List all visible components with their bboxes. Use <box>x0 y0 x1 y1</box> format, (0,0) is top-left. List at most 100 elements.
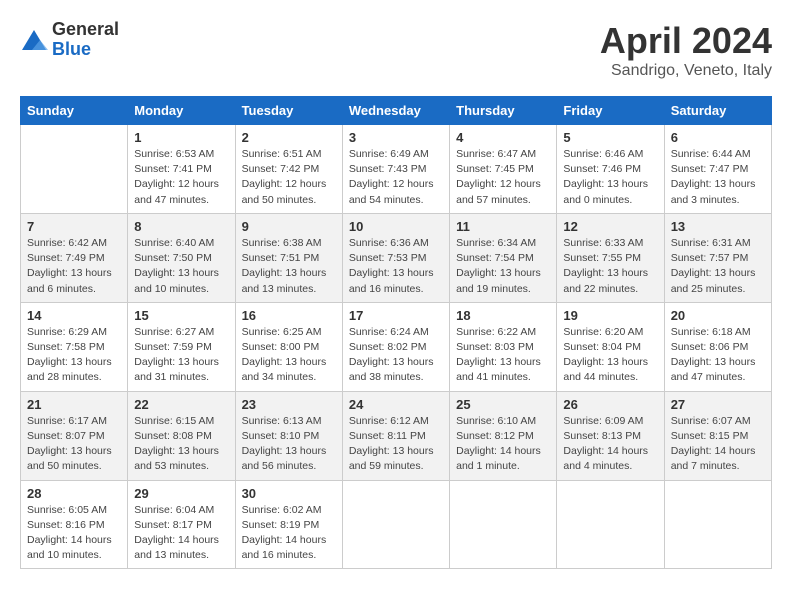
day-cell: 17 Sunrise: 6:24 AMSunset: 8:02 PMDayligh… <box>342 302 449 391</box>
day-info: Sunrise: 6:46 AMSunset: 7:46 PMDaylight:… <box>563 147 657 208</box>
location-subtitle: Sandrigo, Veneto, Italy <box>600 62 772 80</box>
day-number: 20 <box>671 308 765 323</box>
day-cell: 8Sunrise: 6:40 AMSunset: 7:50 PMDaylight… <box>128 213 235 302</box>
header-cell-thursday: Thursday <box>450 97 557 125</box>
day-number: 25 <box>456 397 550 412</box>
day-info: Sunrise: 6:13 AMSunset: 8:10 PMDaylight:… <box>242 414 336 475</box>
day-info: Sunrise: 6:22 AMSunset: 8:03 PMDaylight:… <box>456 325 550 386</box>
day-number: 26 <box>563 397 657 412</box>
month-title: April 2024 <box>600 20 772 62</box>
day-number: 23 <box>242 397 336 412</box>
logo-icon <box>20 26 48 54</box>
page-header: General Blue April 2024 Sandrigo, Veneto… <box>20 20 772 80</box>
day-info: Sunrise: 6:40 AMSunset: 7:50 PMDaylight:… <box>134 236 228 297</box>
header-cell-tuesday: Tuesday <box>235 97 342 125</box>
day-cell: 12 Sunrise: 6:33 AMSunset: 7:55 PMDayligh… <box>557 213 664 302</box>
day-cell: 26Sunrise: 6:09 AMSunset: 8:13 PMDayligh… <box>557 391 664 480</box>
day-number: 30 <box>242 486 336 501</box>
day-info: Sunrise: 6:31 AMSunset: 7:57 PMDaylight:… <box>671 236 765 297</box>
day-cell: 27 Sunrise: 6:07 AMSunset: 8:15 PMDayligh… <box>664 391 771 480</box>
day-cell <box>342 480 449 569</box>
day-info: Sunrise: 6:44 AMSunset: 7:47 PMDaylight:… <box>671 147 765 208</box>
day-info: Sunrise: 6:02 AMSunset: 8:19 PMDaylight:… <box>242 503 336 564</box>
day-info: Sunrise: 6:12 AMSunset: 8:11 PMDaylight:… <box>349 414 443 475</box>
day-cell: 23 Sunrise: 6:13 AMSunset: 8:10 PMDayligh… <box>235 391 342 480</box>
day-info: Sunrise: 6:42 AMSunset: 7:49 PMDaylight:… <box>27 236 121 297</box>
week-row-2: 7Sunrise: 6:42 AMSunset: 7:49 PMDaylight… <box>21 213 772 302</box>
day-cell: 2 Sunrise: 6:51 AMSunset: 7:42 PMDaylight… <box>235 125 342 214</box>
day-info: Sunrise: 6:04 AMSunset: 8:17 PMDaylight:… <box>134 503 228 564</box>
header-cell-wednesday: Wednesday <box>342 97 449 125</box>
day-info: Sunrise: 6:36 AMSunset: 7:53 PMDaylight:… <box>349 236 443 297</box>
day-cell <box>21 125 128 214</box>
day-cell: 30 Sunrise: 6:02 AMSunset: 8:19 PMDayligh… <box>235 480 342 569</box>
day-cell: 16Sunrise: 6:25 AMSunset: 8:00 PMDayligh… <box>235 302 342 391</box>
day-info: Sunrise: 6:25 AMSunset: 8:00 PMDaylight:… <box>242 325 336 386</box>
day-cell <box>557 480 664 569</box>
day-cell: 4 Sunrise: 6:47 AMSunset: 7:45 PMDaylight… <box>450 125 557 214</box>
day-number: 19 <box>563 308 657 323</box>
day-number: 13 <box>671 219 765 234</box>
day-info: Sunrise: 6:53 AMSunset: 7:41 PMDaylight:… <box>134 147 228 208</box>
day-number: 11 <box>456 219 550 234</box>
header-cell-friday: Friday <box>557 97 664 125</box>
day-info: Sunrise: 6:18 AMSunset: 8:06 PMDaylight:… <box>671 325 765 386</box>
day-number: 2 <box>242 130 336 145</box>
day-number: 6 <box>671 130 765 145</box>
day-number: 9 <box>242 219 336 234</box>
day-cell: 5Sunrise: 6:46 AMSunset: 7:46 PMDaylight… <box>557 125 664 214</box>
day-cell: 21 Sunrise: 6:17 AMSunset: 8:07 PMDayligh… <box>21 391 128 480</box>
day-info: Sunrise: 6:24 AMSunset: 8:02 PMDaylight:… <box>349 325 443 386</box>
day-number: 27 <box>671 397 765 412</box>
logo: General Blue <box>20 20 119 60</box>
logo-text: General Blue <box>52 20 119 60</box>
week-row-4: 21 Sunrise: 6:17 AMSunset: 8:07 PMDayligh… <box>21 391 772 480</box>
day-cell: 28 Sunrise: 6:05 AMSunset: 8:16 PMDayligh… <box>21 480 128 569</box>
day-cell: 22 Sunrise: 6:15 AMSunset: 8:08 PMDayligh… <box>128 391 235 480</box>
day-number: 18 <box>456 308 550 323</box>
header-cell-monday: Monday <box>128 97 235 125</box>
day-number: 21 <box>27 397 121 412</box>
day-number: 22 <box>134 397 228 412</box>
day-info: Sunrise: 6:38 AMSunset: 7:51 PMDaylight:… <box>242 236 336 297</box>
day-cell: 15Sunrise: 6:27 AMSunset: 7:59 PMDayligh… <box>128 302 235 391</box>
day-info: Sunrise: 6:15 AMSunset: 8:08 PMDaylight:… <box>134 414 228 475</box>
day-info: Sunrise: 6:51 AMSunset: 7:42 PMDaylight:… <box>242 147 336 208</box>
day-cell: 20 Sunrise: 6:18 AMSunset: 8:06 PMDayligh… <box>664 302 771 391</box>
day-info: Sunrise: 6:17 AMSunset: 8:07 PMDaylight:… <box>27 414 121 475</box>
day-cell: 13 Sunrise: 6:31 AMSunset: 7:57 PMDayligh… <box>664 213 771 302</box>
day-info: Sunrise: 6:07 AMSunset: 8:15 PMDaylight:… <box>671 414 765 475</box>
day-cell: 19Sunrise: 6:20 AMSunset: 8:04 PMDayligh… <box>557 302 664 391</box>
day-info: Sunrise: 6:33 AMSunset: 7:55 PMDaylight:… <box>563 236 657 297</box>
day-number: 4 <box>456 130 550 145</box>
day-cell: 24 Sunrise: 6:12 AMSunset: 8:11 PMDayligh… <box>342 391 449 480</box>
day-number: 28 <box>27 486 121 501</box>
day-info: Sunrise: 6:29 AMSunset: 7:58 PMDaylight:… <box>27 325 121 386</box>
day-info: Sunrise: 6:05 AMSunset: 8:16 PMDaylight:… <box>27 503 121 564</box>
day-cell: 18 Sunrise: 6:22 AMSunset: 8:03 PMDayligh… <box>450 302 557 391</box>
logo-blue: Blue <box>52 40 119 60</box>
day-cell: 9 Sunrise: 6:38 AMSunset: 7:51 PMDaylight… <box>235 213 342 302</box>
day-cell <box>450 480 557 569</box>
day-info: Sunrise: 6:10 AMSunset: 8:12 PMDaylight:… <box>456 414 550 475</box>
day-cell: 11Sunrise: 6:34 AMSunset: 7:54 PMDayligh… <box>450 213 557 302</box>
logo-general: General <box>52 20 119 40</box>
calendar-header: SundayMondayTuesdayWednesdayThursdayFrid… <box>21 97 772 125</box>
day-info: Sunrise: 6:47 AMSunset: 7:45 PMDaylight:… <box>456 147 550 208</box>
day-number: 24 <box>349 397 443 412</box>
day-number: 29 <box>134 486 228 501</box>
week-row-3: 14 Sunrise: 6:29 AMSunset: 7:58 PMDayligh… <box>21 302 772 391</box>
day-cell: 6 Sunrise: 6:44 AMSunset: 7:47 PMDaylight… <box>664 125 771 214</box>
day-cell: 10Sunrise: 6:36 AMSunset: 7:53 PMDayligh… <box>342 213 449 302</box>
day-number: 14 <box>27 308 121 323</box>
header-row: SundayMondayTuesdayWednesdayThursdayFrid… <box>21 97 772 125</box>
day-cell: 3Sunrise: 6:49 AMSunset: 7:43 PMDaylight… <box>342 125 449 214</box>
header-cell-sunday: Sunday <box>21 97 128 125</box>
title-area: April 2024 Sandrigo, Veneto, Italy <box>600 20 772 80</box>
day-number: 3 <box>349 130 443 145</box>
day-number: 15 <box>134 308 228 323</box>
day-number: 12 <box>563 219 657 234</box>
header-cell-saturday: Saturday <box>664 97 771 125</box>
day-number: 17 <box>349 308 443 323</box>
day-cell: 25 Sunrise: 6:10 AMSunset: 8:12 PMDayligh… <box>450 391 557 480</box>
